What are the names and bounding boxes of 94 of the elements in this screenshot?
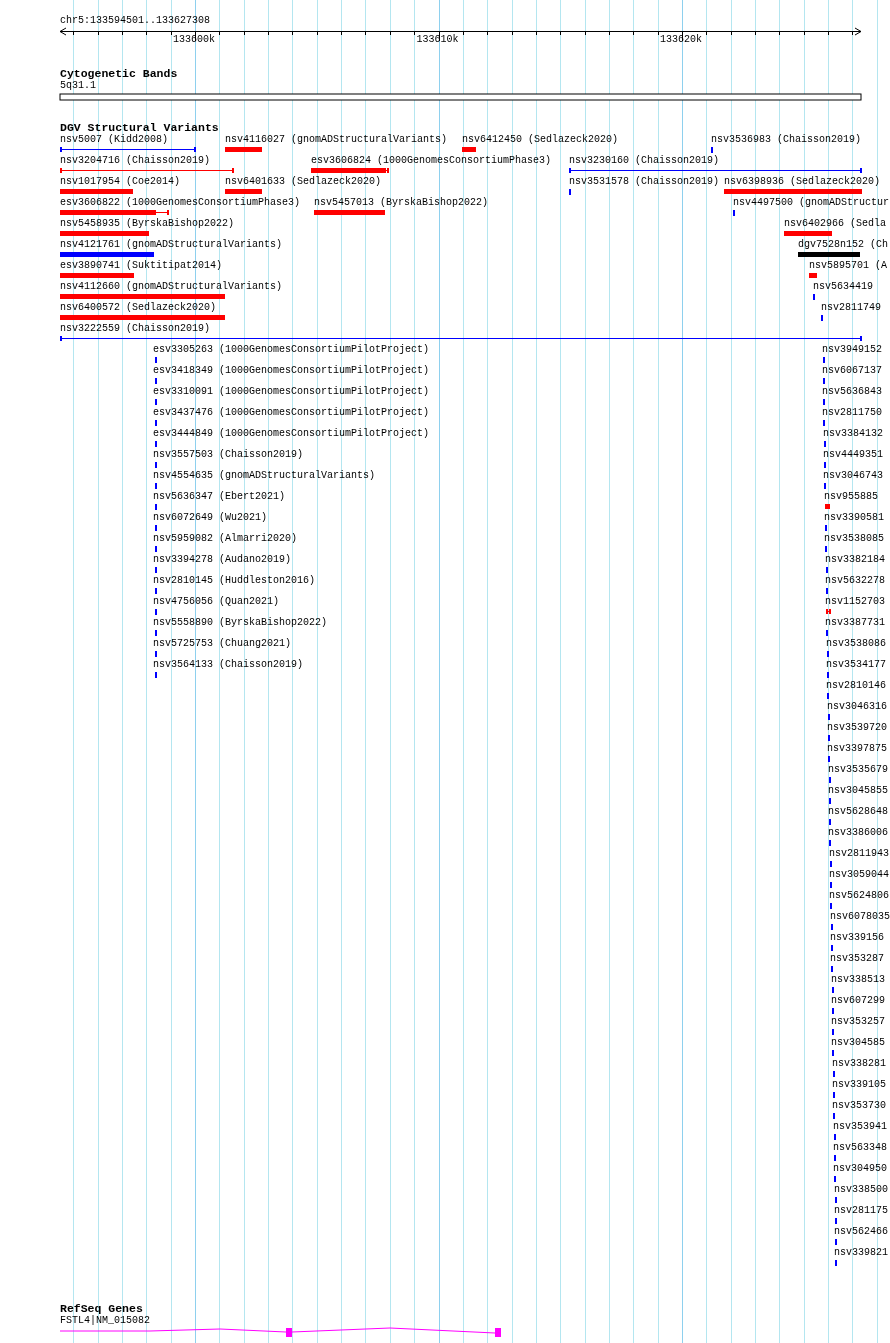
variant-label[interactable]: nsv955885 <box>824 491 878 503</box>
variant-label[interactable]: nsv4756056 (Quan2021) <box>153 596 280 608</box>
variant-label[interactable]: esv3606822 (1000GenomesConsortiumPhase3) <box>60 197 301 209</box>
variant-label[interactable]: nsv5457013 (ByrskaBishop2022) <box>314 197 489 209</box>
variant-label[interactable]: nsv338513 <box>831 974 885 986</box>
variant-label[interactable]: nsv5895701 (A <box>809 260 887 272</box>
variant-label[interactable]: nsv4121761 (gnomADStructuralVariants) <box>60 239 283 251</box>
variant-label[interactable]: nsv353941 <box>833 1121 887 1133</box>
variant-label[interactable]: nsv338500 <box>834 1184 888 1196</box>
variant-label[interactable]: nsv4449351 <box>823 449 883 461</box>
gene-label[interactable]: FSTL4|NM_015082 <box>60 1315 150 1327</box>
variant-label[interactable]: nsv6402966 (Sedla <box>784 218 887 230</box>
variant-label[interactable]: nsv3045855 <box>828 785 888 797</box>
variant-label[interactable]: nsv3397875 <box>827 743 887 755</box>
variant-label[interactable]: nsv1017954 (Coe2014) <box>60 176 181 188</box>
variant-label[interactable]: nsv3564133 (Chaisson2019) <box>153 659 304 671</box>
variant-label[interactable]: nsv3535679 <box>828 764 888 776</box>
region-label: chr5:133594501..133627308 <box>60 15 211 27</box>
variant-label[interactable]: nsv6412450 (Sedlazeck2020) <box>462 134 619 146</box>
variant-label[interactable]: nsv6401633 (Sedlazeck2020) <box>225 176 382 188</box>
variant-label[interactable]: nsv563348 <box>833 1142 887 1154</box>
variant-label[interactable]: nsv2811943 <box>829 848 889 860</box>
variant-label[interactable]: nsv281175 <box>834 1205 888 1217</box>
variant-label[interactable]: nsv6400572 (Sedlazeck2020) <box>60 302 217 314</box>
variant-label[interactable]: nsv3538086 <box>826 638 886 650</box>
variant-label[interactable]: nsv5624806 <box>829 890 889 902</box>
variant-label[interactable]: nsv3059044 <box>829 869 889 881</box>
variant-label[interactable]: nsv304585 <box>831 1037 885 1049</box>
variant-label[interactable]: nsv4497500 (gnomADStructur <box>733 197 890 209</box>
variant-label[interactable]: nsv353287 <box>830 953 884 965</box>
variant-label[interactable]: nsv6398936 (Sedlazeck2020) <box>724 176 881 188</box>
variant-label[interactable]: nsv3534177 <box>826 659 886 671</box>
variant-label[interactable]: esv3310091 (1000GenomesConsortiumPilotProject) <box>153 386 430 398</box>
variant-label[interactable]: nsv3531578 (Chaisson2019) <box>569 176 720 188</box>
variant-label[interactable]: nsv353730 <box>832 1100 886 1112</box>
variant-label[interactable]: nsv3538085 <box>824 533 884 545</box>
variant-label[interactable]: esv3305263 (1000GenomesConsortiumPilotProject) <box>153 344 430 356</box>
band-label: 5q31.1 <box>60 80 96 92</box>
variant-label[interactable]: nsv3949152 <box>822 344 882 356</box>
variant-label[interactable]: nsv3204716 (Chaisson2019) <box>60 155 211 167</box>
variant-label[interactable]: nsv3536983 (Chaisson2019) <box>711 134 862 146</box>
variant-label[interactable]: nsv339105 <box>832 1079 886 1091</box>
variant-label[interactable]: nsv3557503 (Chaisson2019) <box>153 449 304 461</box>
track-title: DGV Structural Variants <box>60 121 219 134</box>
variant-label[interactable]: dgv7528n152 (Ch <box>798 239 888 251</box>
variant-label[interactable]: nsv3230160 (Chaisson2019) <box>569 155 720 167</box>
variant-label[interactable]: nsv5634419 <box>813 281 873 293</box>
variant-label[interactable]: nsv5636843 <box>822 386 882 398</box>
variant-label[interactable]: nsv2811749 <box>821 302 881 314</box>
variant-label[interactable]: nsv5628648 <box>828 806 888 818</box>
variant-label[interactable]: nsv353257 <box>831 1016 885 1028</box>
scale-tick-label: 133620k <box>660 34 702 46</box>
variant-label[interactable]: nsv562466 <box>834 1226 888 1238</box>
variant-label[interactable]: nsv5725753 (Chuang2021) <box>153 638 292 650</box>
variant-label[interactable]: nsv3394278 (Audano2019) <box>153 554 292 566</box>
variant-label[interactable]: nsv5558890 (ByrskaBishop2022) <box>153 617 328 629</box>
variant-label[interactable]: nsv3046316 <box>827 701 887 713</box>
scale-tick-label: 133600k <box>173 34 215 46</box>
variant-label[interactable]: nsv5007 (Kidd2008) <box>60 134 169 146</box>
variant-label[interactable]: nsv3382184 <box>825 554 885 566</box>
variant-label[interactable]: nsv339821 <box>834 1247 888 1259</box>
variant-label[interactable]: nsv304950 <box>833 1163 887 1175</box>
variant-label[interactable]: nsv4112660 (gnomADStructuralVariants) <box>60 281 283 293</box>
variant-label[interactable]: nsv5959082 (Almarri2020) <box>153 533 298 545</box>
variant-label[interactable]: nsv4554635 (gnomADStructuralVariants) <box>153 470 376 482</box>
variant-label[interactable]: nsv607299 <box>831 995 885 1007</box>
variant-label[interactable]: esv3890741 (Suktitipat2014) <box>60 260 223 272</box>
variant-label[interactable]: nsv5458935 (ByrskaBishop2022) <box>60 218 235 230</box>
variant-label[interactable]: nsv6067137 <box>822 365 882 377</box>
variant-label[interactable]: nsv338281 <box>832 1058 886 1070</box>
variant-label[interactable]: nsv3390581 <box>824 512 884 524</box>
variant-label[interactable]: nsv4116027 (gnomADStructuralVariants) <box>225 134 448 146</box>
scale-tick-label: 133610k <box>416 34 459 46</box>
track-title: RefSeq Genes <box>60 1302 143 1315</box>
variant-label[interactable]: nsv339156 <box>830 932 884 944</box>
variant-label[interactable]: nsv2810146 <box>826 680 886 692</box>
variant-label[interactable]: esv3418349 (1000GenomesConsortiumPilotProject) <box>153 365 430 377</box>
variant-label[interactable]: nsv5632278 <box>825 575 885 587</box>
variant-label[interactable]: nsv2810145 (Huddleston2016) <box>153 575 316 587</box>
variant-label[interactable]: nsv5636347 (Ebert2021) <box>153 491 286 503</box>
variant-label[interactable]: nsv2811750 <box>822 407 882 419</box>
variant-label[interactable]: nsv6072649 (Wu2021) <box>153 512 268 524</box>
variant-label[interactable]: nsv3384132 <box>823 428 883 440</box>
variant-label[interactable]: esv3444849 (1000GenomesConsortiumPilotProject) <box>153 428 430 440</box>
variant-label[interactable]: nsv1152703 <box>825 596 885 608</box>
variant-label[interactable]: nsv3386006 <box>828 827 888 839</box>
variant-label[interactable]: esv3437476 (1000GenomesConsortiumPilotProject) <box>153 407 430 419</box>
variant-label[interactable]: nsv3539720 <box>827 722 887 734</box>
track-title: Cytogenetic Bands <box>60 67 178 80</box>
variant-label[interactable]: nsv3046743 <box>823 470 883 482</box>
variant-label[interactable]: nsv3222559 (Chaisson2019) <box>60 323 211 335</box>
variant-label[interactable]: esv3606824 (1000GenomesConsortiumPhase3) <box>311 155 552 167</box>
variant-label[interactable]: nsv6078035 <box>830 911 890 923</box>
variant-label[interactable]: nsv3387731 <box>825 617 885 629</box>
